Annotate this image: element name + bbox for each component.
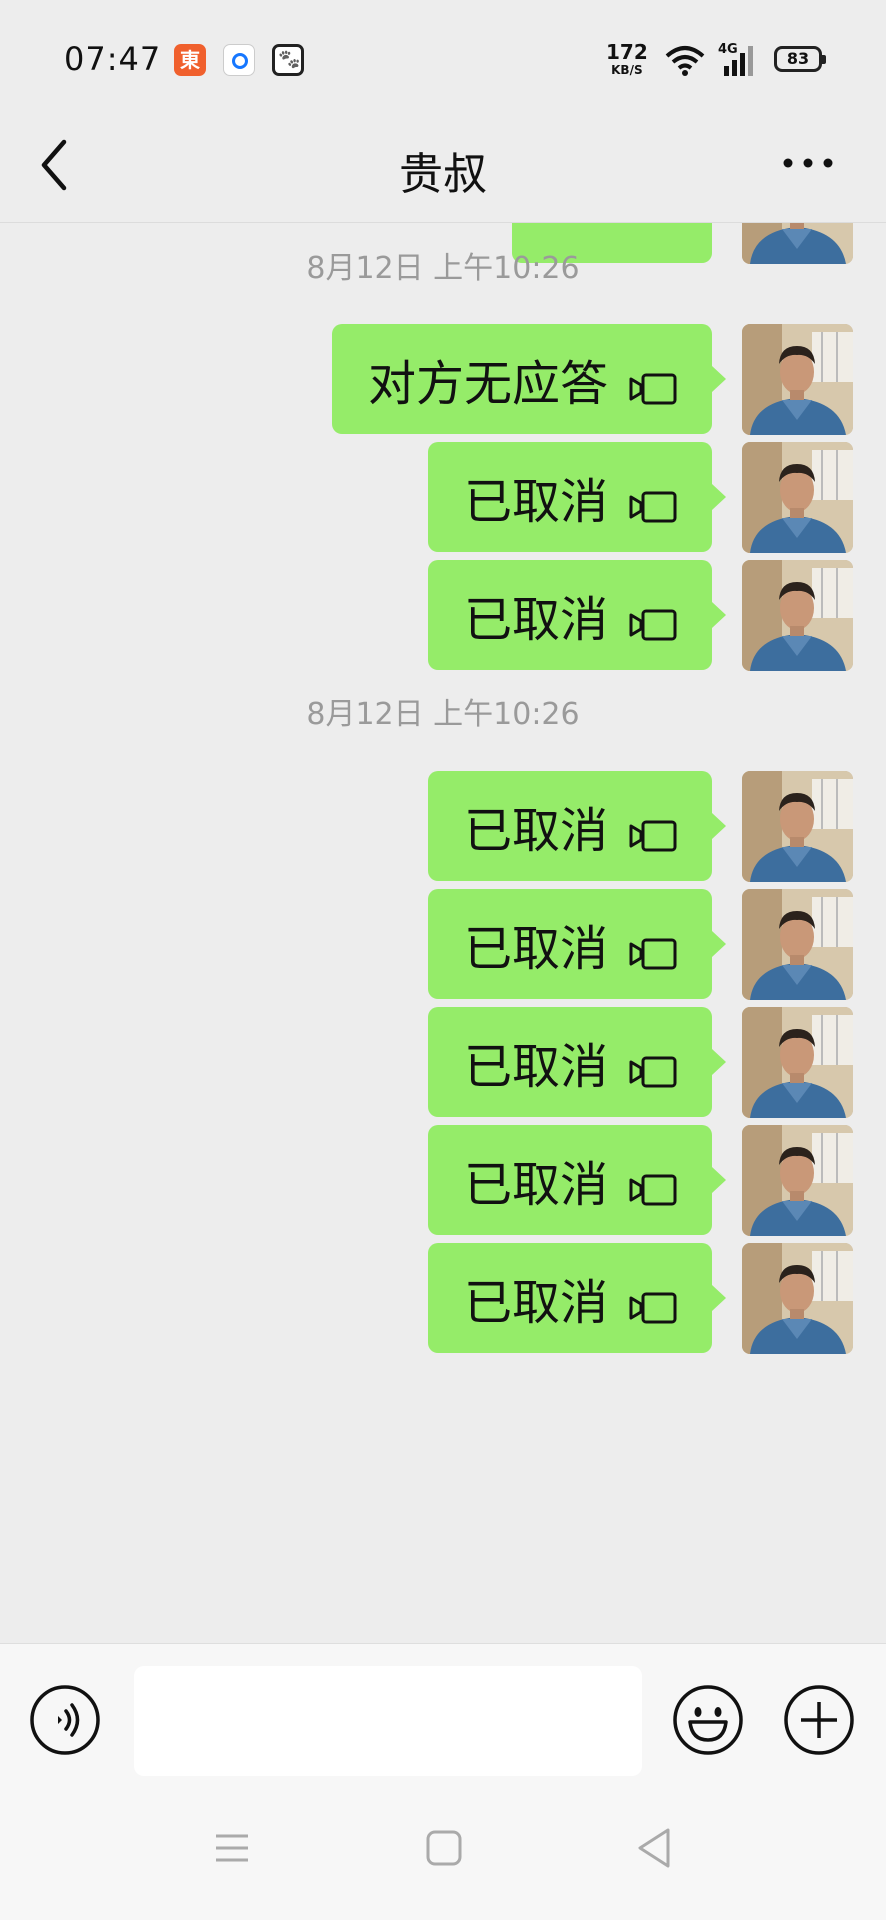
home-icon[interactable] bbox=[424, 1828, 464, 1868]
chat-title: 贵叔 bbox=[399, 149, 487, 200]
message-row: 已取消 bbox=[0, 1125, 886, 1237]
avatar[interactable] bbox=[742, 324, 853, 435]
network-speed-value: 172 bbox=[606, 40, 648, 64]
video-call-icon bbox=[628, 480, 678, 523]
status-bar: 07:47 東 172 KB/S 4G 83 bbox=[0, 0, 886, 110]
message-row: 已取消 bbox=[0, 1007, 886, 1119]
timestamp: 8月12日 上午10:26 bbox=[306, 251, 580, 286]
baidu-icon bbox=[272, 44, 304, 76]
voice-icon[interactable] bbox=[29, 1684, 101, 1756]
avatar[interactable] bbox=[742, 1243, 853, 1354]
message-row: 已取消 bbox=[0, 560, 886, 672]
signal-icon bbox=[724, 46, 753, 76]
call-status-text: 已取消 bbox=[463, 1157, 608, 1213]
avatar[interactable] bbox=[742, 560, 853, 671]
emoji-icon[interactable] bbox=[672, 1684, 744, 1756]
call-status-text: 已取消 bbox=[463, 1275, 608, 1331]
message-row: 对方无应答 bbox=[0, 324, 886, 436]
timestamp: 8月12日 上午10:26 bbox=[306, 697, 580, 732]
video-call-icon bbox=[628, 1281, 678, 1324]
jd-icon: 東 bbox=[174, 44, 206, 76]
plus-icon[interactable] bbox=[783, 1684, 855, 1756]
chat-header: 贵叔 bbox=[0, 110, 886, 223]
call-status-text: 已取消 bbox=[463, 1039, 608, 1095]
video-call-icon bbox=[628, 927, 678, 970]
more-dots-icon[interactable] bbox=[780, 148, 836, 178]
call-status-text: 已取消 bbox=[463, 592, 608, 648]
status-time: 07:47 bbox=[64, 40, 162, 78]
call-message-bubble[interactable]: 已取消 bbox=[427, 442, 727, 552]
browser-icon bbox=[223, 44, 255, 76]
message-row: 已取消 bbox=[0, 889, 886, 1001]
network-speed: 172 KB/S bbox=[606, 42, 648, 76]
video-call-icon bbox=[628, 1163, 678, 1206]
message-row: 已取消 bbox=[0, 1243, 886, 1355]
call-message-bubble[interactable]: 已取消 bbox=[427, 889, 727, 999]
call-message-bubble[interactable]: 已取消 bbox=[427, 771, 727, 881]
avatar[interactable] bbox=[742, 1007, 853, 1118]
avatar[interactable] bbox=[742, 1125, 853, 1236]
call-status-text: 已取消 bbox=[463, 803, 608, 859]
menu-icon[interactable] bbox=[212, 1828, 252, 1868]
call-message-bubble[interactable]: 已取消 bbox=[427, 560, 727, 670]
call-message-bubble[interactable]: 对方无应答 bbox=[331, 324, 727, 434]
network-speed-unit: KB/S bbox=[611, 63, 643, 77]
call-status-text: 对方无应答 bbox=[367, 356, 608, 412]
avatar[interactable] bbox=[742, 442, 853, 553]
wifi-icon bbox=[665, 46, 705, 76]
message-row: 已取消 bbox=[0, 771, 886, 883]
call-message-bubble[interactable]: 已取消 bbox=[427, 1243, 727, 1353]
back-triangle-icon[interactable] bbox=[634, 1826, 674, 1870]
video-call-icon bbox=[628, 1045, 678, 1088]
video-call-icon bbox=[628, 598, 678, 641]
video-call-icon bbox=[628, 809, 678, 852]
message-input[interactable] bbox=[134, 1666, 642, 1776]
chat-area[interactable]: 8月12日 上午10:26 对方无应答 已取消 已取消 8月12日 上午10:26 已取消… bbox=[0, 223, 886, 1643]
video-call-icon bbox=[628, 362, 678, 405]
call-message-bubble[interactable]: 已取消 bbox=[427, 1007, 727, 1117]
system-nav-bar bbox=[0, 1778, 886, 1920]
avatar[interactable] bbox=[742, 889, 853, 1000]
call-message-bubble[interactable]: 已取消 bbox=[427, 1125, 727, 1235]
call-status-text: 已取消 bbox=[463, 921, 608, 977]
message-row: 已取消 bbox=[0, 442, 886, 554]
battery-indicator: 83 bbox=[774, 46, 826, 72]
call-status-text: 已取消 bbox=[463, 474, 608, 530]
input-bar bbox=[0, 1643, 886, 1779]
avatar[interactable] bbox=[742, 771, 853, 882]
